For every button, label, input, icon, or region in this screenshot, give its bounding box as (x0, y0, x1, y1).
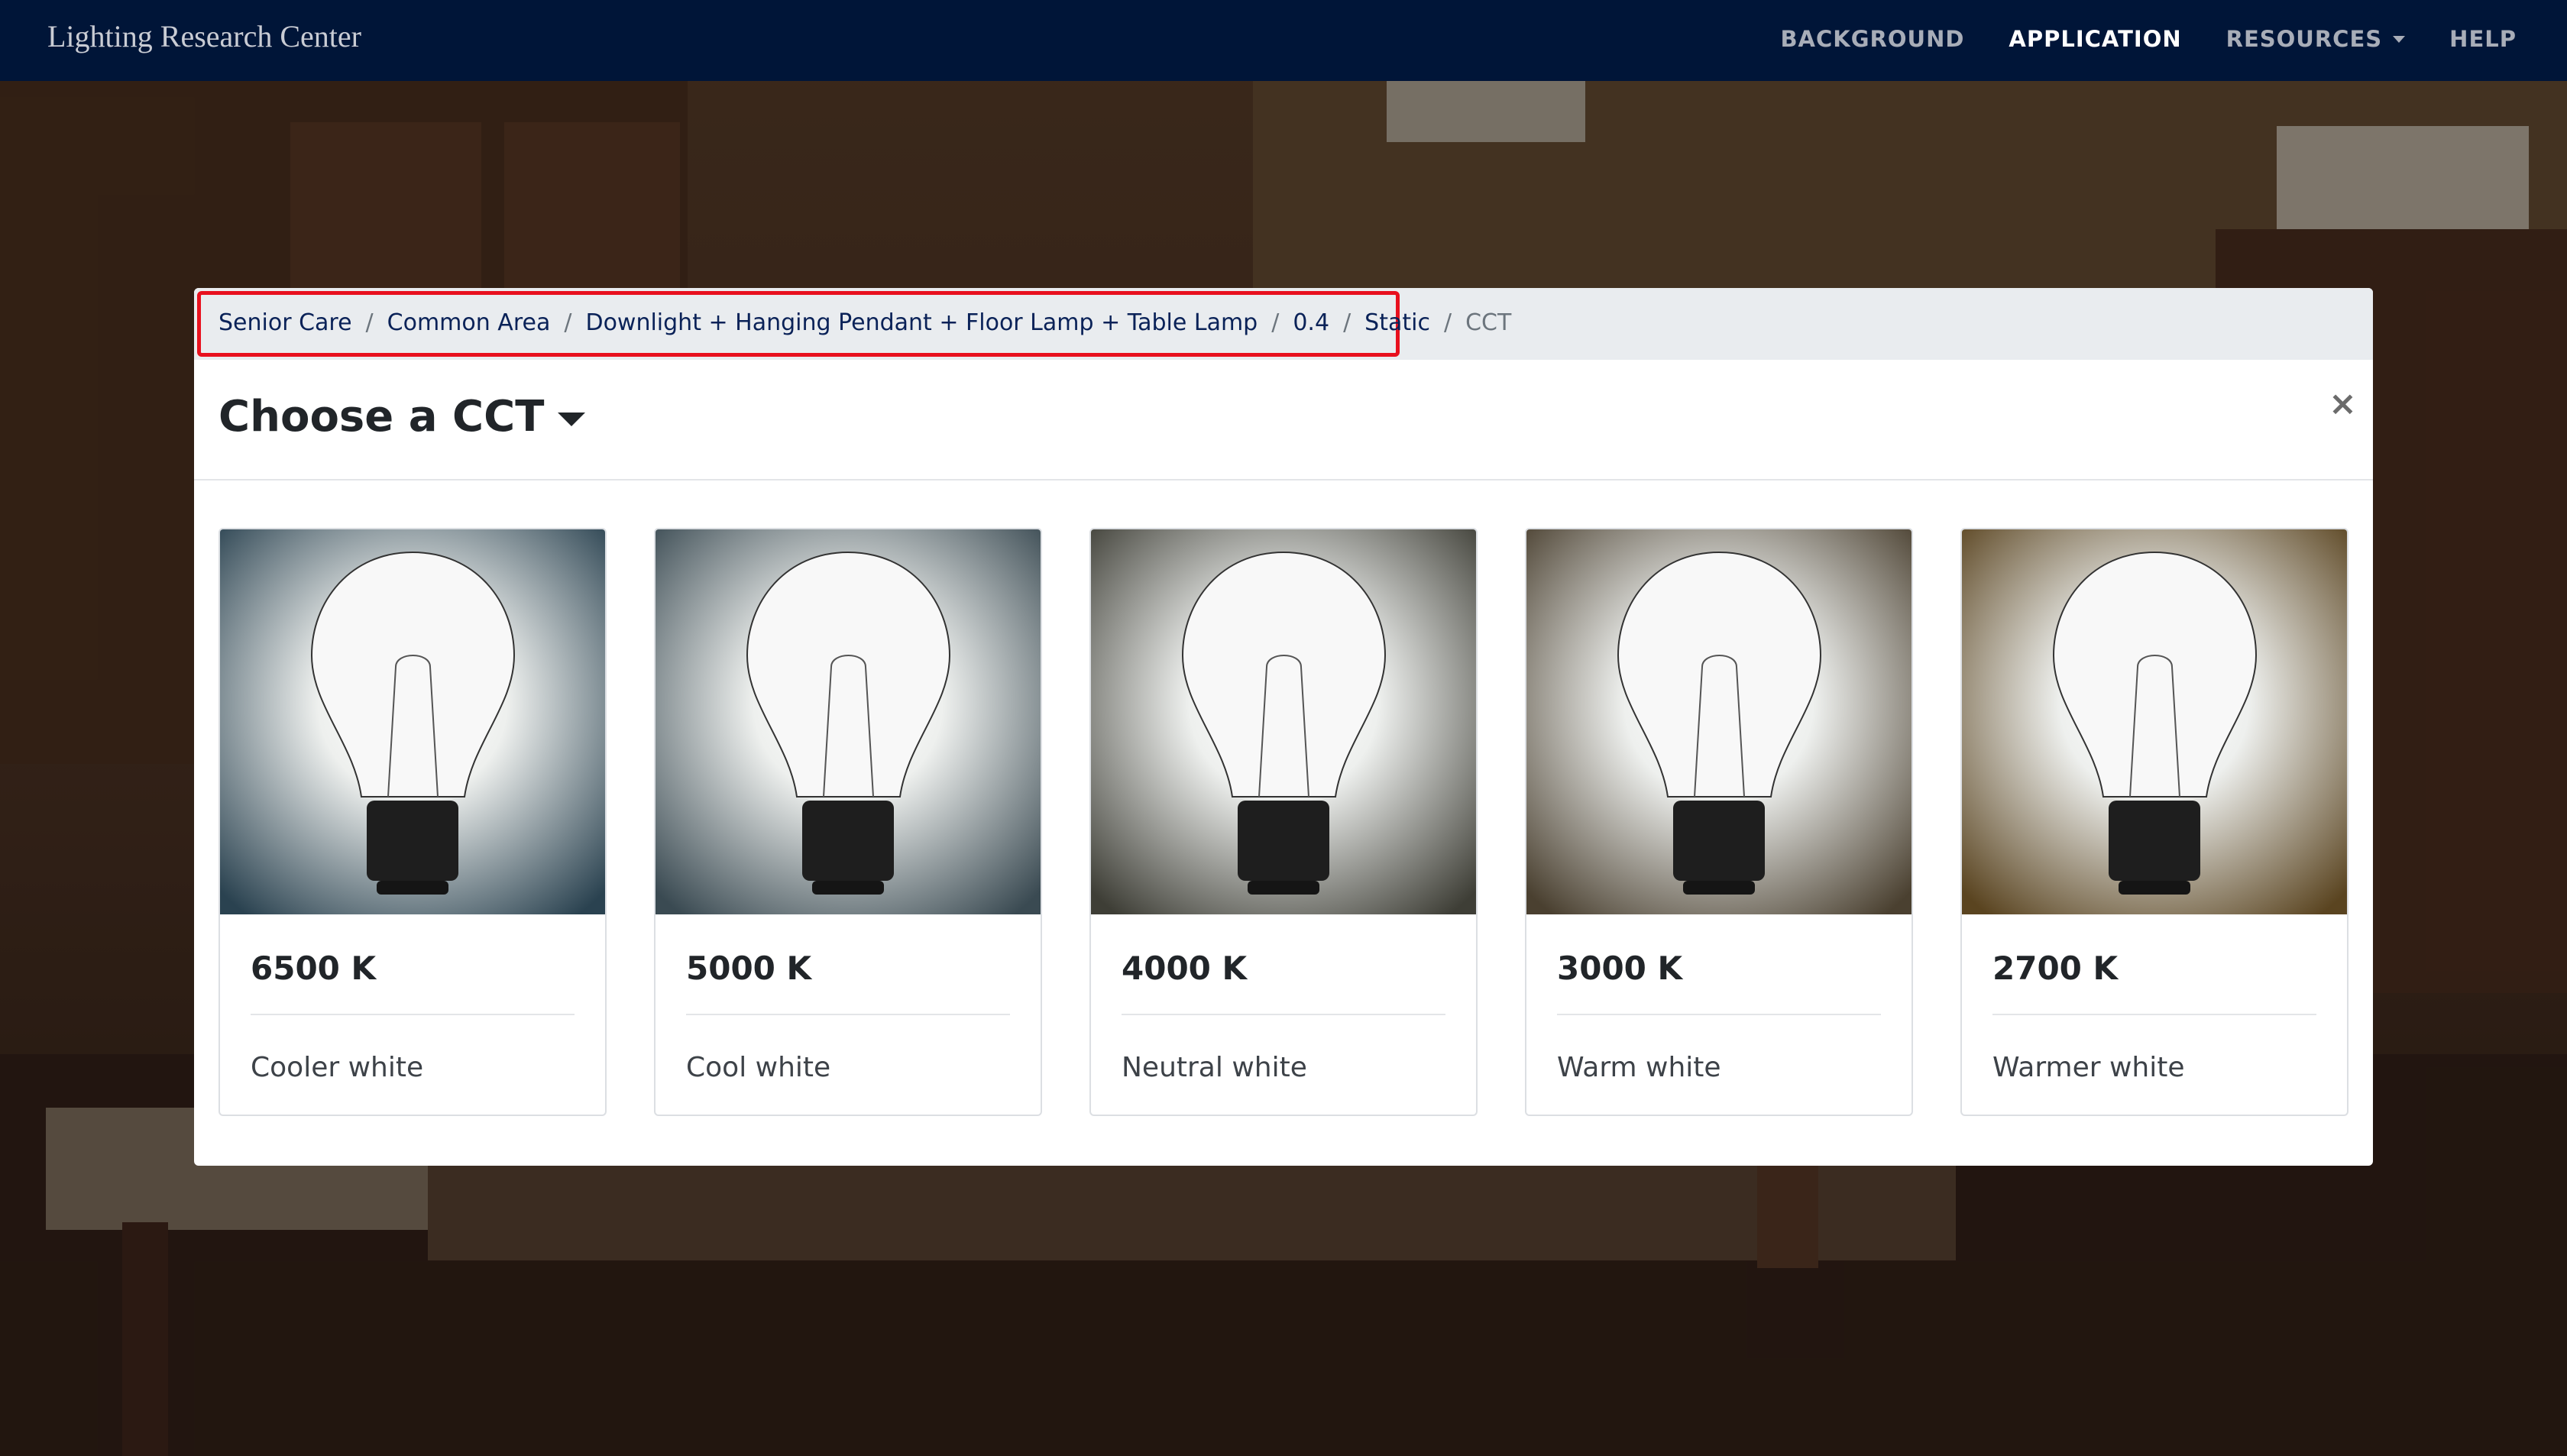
breadcrumb-separator: / (1443, 309, 1452, 336)
cct-label: Neutral white (1122, 1052, 1307, 1083)
breadcrumb-current-cct: CCT (1465, 309, 1512, 336)
header-divider (194, 479, 2373, 480)
close-icon[interactable]: × (2329, 387, 2357, 421)
modal-title-dropdown[interactable]: Choose a CCT (219, 392, 586, 442)
breadcrumb-separator: / (1343, 309, 1351, 336)
cct-value: 2700 K (1992, 950, 2119, 987)
card-divider (1122, 1014, 1445, 1015)
breadcrumb-value[interactable]: 0.4 (1293, 309, 1329, 336)
nav-background[interactable]: BACKGROUND (1780, 26, 1964, 52)
cct-card-list: 6500 K Cooler white 5000 K Cool white 4000 K… (219, 528, 2350, 1124)
light-bulb-icon (656, 529, 1041, 914)
card-divider (1992, 1014, 2316, 1015)
breadcrumb-separator: / (1271, 309, 1280, 336)
light-bulb-icon (1091, 529, 1476, 914)
card-divider (686, 1014, 1010, 1015)
cct-label: Warmer white (1992, 1052, 2185, 1083)
caret-down-icon (558, 412, 586, 426)
cct-value: 4000 K (1122, 950, 1248, 987)
cct-label: Warm white (1557, 1052, 1721, 1083)
breadcrumb-bar: Senior Care / Common Area / Downlight + … (194, 288, 2373, 360)
light-bulb-icon (1526, 529, 1911, 914)
card-divider (1557, 1014, 1881, 1015)
cct-card[interactable]: 6500 K Cooler white (219, 528, 607, 1116)
nav-help[interactable]: HELP (2449, 26, 2517, 52)
chevron-down-icon (2393, 35, 2406, 43)
brand-logo-text[interactable]: Lighting Research Center (47, 18, 361, 54)
nav-resources-dropdown[interactable]: RESOURCES (2226, 26, 2406, 52)
modal-title: Choose a CCT (219, 392, 545, 442)
breadcrumb-static[interactable]: Static (1364, 309, 1430, 336)
top-navbar: Lighting Research Center BACKGROUND APPL… (0, 0, 2567, 81)
light-bulb-icon (220, 529, 605, 914)
nav-application[interactable]: APPLICATION (2009, 26, 2181, 52)
breadcrumb-common-area[interactable]: Common Area (387, 309, 551, 336)
breadcrumb: Senior Care / Common Area / Downlight + … (219, 309, 1511, 336)
card-divider (251, 1014, 575, 1015)
cct-label: Cooler white (251, 1052, 424, 1083)
cct-card[interactable]: 3000 K Warm white (1525, 528, 1913, 1116)
cct-value: 6500 K (251, 950, 377, 987)
cct-card[interactable]: 5000 K Cool white (654, 528, 1042, 1116)
breadcrumb-senior-care[interactable]: Senior Care (219, 309, 352, 336)
cct-card[interactable]: 4000 K Neutral white (1089, 528, 1478, 1116)
breadcrumb-separator: / (564, 309, 572, 336)
cct-card[interactable]: 2700 K Warmer white (1960, 528, 2348, 1116)
cct-value: 5000 K (686, 950, 812, 987)
cct-value: 3000 K (1557, 950, 1683, 987)
breadcrumb-separator: / (365, 309, 374, 336)
light-bulb-icon (1962, 529, 2347, 914)
nav-links: BACKGROUND APPLICATION RESOURCES HELP (1736, 26, 2517, 52)
cct-selection-modal: Senior Care / Common Area / Downlight + … (194, 288, 2373, 1166)
cct-label: Cool white (686, 1052, 831, 1083)
breadcrumb-fixtures[interactable]: Downlight + Hanging Pendant + Floor Lamp… (585, 309, 1258, 336)
